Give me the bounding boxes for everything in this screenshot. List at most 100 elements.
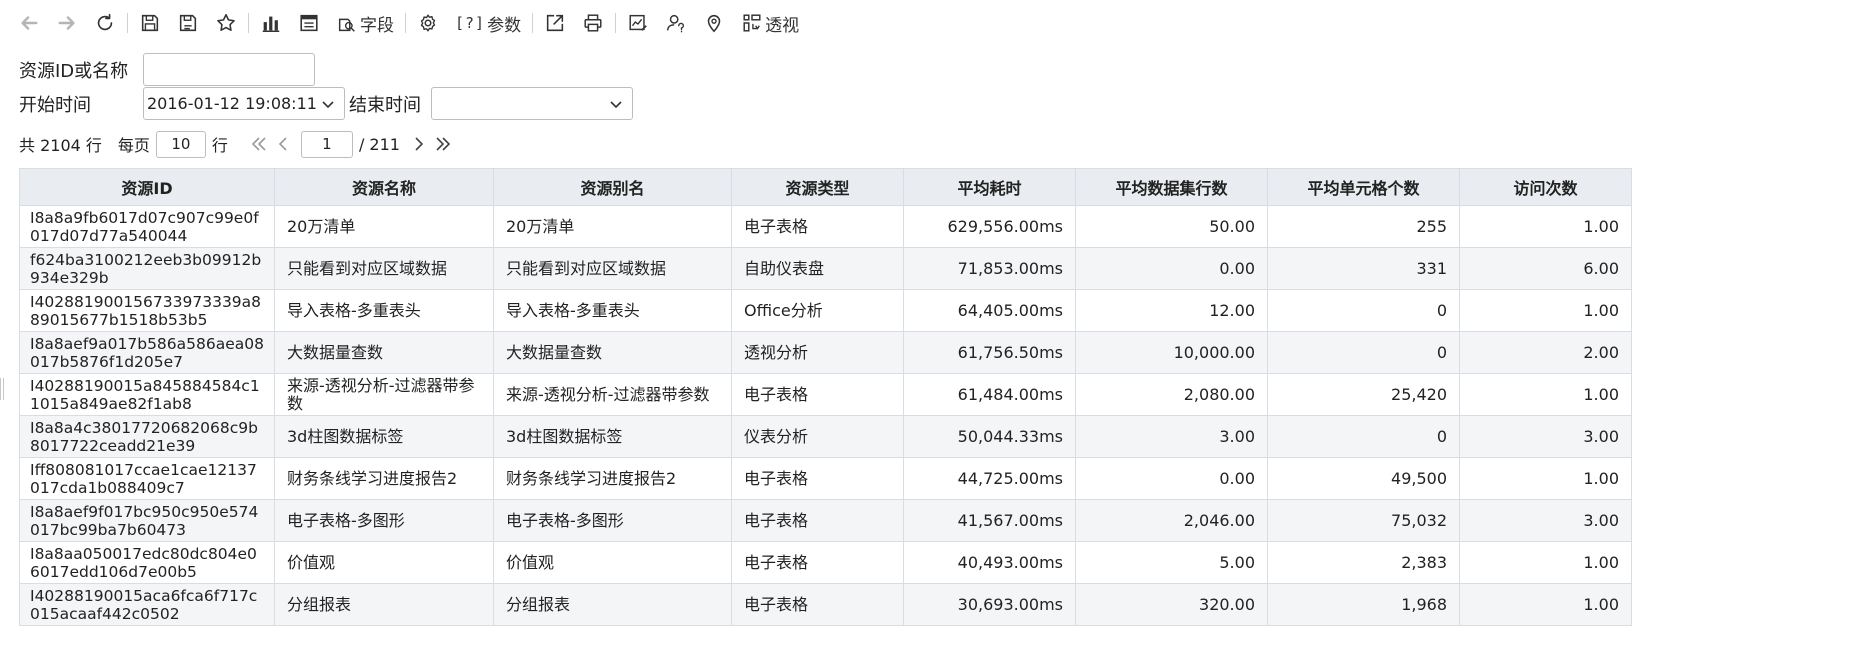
parameters-button[interactable]: [?] 参数 — [447, 8, 529, 38]
resource-id-input[interactable] — [143, 53, 315, 86]
table-body: I8a8a9fb6017d07c907c99e0f017d07d77a54004… — [19, 205, 1632, 626]
first-page-icon[interactable] — [250, 135, 268, 153]
column-header-resource-type[interactable]: 资源类型 — [731, 168, 904, 206]
column-header-avg-cell-count[interactable]: 平均单元格个数 — [1267, 168, 1460, 206]
pivot-button[interactable]: 透视 — [733, 8, 807, 38]
table-cell-avg-time: 629,556.00ms — [903, 205, 1076, 248]
settings-button[interactable] — [409, 8, 447, 38]
column-header-visit-count[interactable]: 访问次数 — [1459, 168, 1632, 206]
table-row[interactable]: I8a8a4c38017720682068c9b8017722ceadd21e3… — [19, 415, 1632, 458]
table-row[interactable]: Iff808081017ccae1cae12137017cda1b088409c… — [19, 457, 1632, 500]
back-button[interactable] — [10, 8, 48, 38]
table-row[interactable]: I402881900156733973339a889015677b1518b53… — [19, 289, 1632, 332]
forward-button[interactable] — [48, 8, 86, 38]
table-row[interactable]: f624ba3100212eeb3b09912b934e329b 只能看到对应区域… — [19, 247, 1632, 290]
table-row[interactable]: I8a8aef9a017b586a586aea08017b5876f1d205e… — [19, 331, 1632, 374]
table-cell-visit-count: 3.00 — [1459, 415, 1632, 458]
table-cell-resource-id: I8a8aef9a017b586a586aea08017b5876f1d205e… — [19, 331, 275, 374]
table-cell-resource-type: 透视分析 — [731, 331, 904, 374]
end-time-select[interactable] — [431, 87, 633, 120]
table-cell-resource-name: 价值观 — [274, 541, 494, 584]
toolbar-separator — [248, 13, 249, 33]
prev-page-icon[interactable] — [274, 135, 292, 153]
table-row[interactable]: I8a8a9fb6017d07c907c99e0f017d07d77a54004… — [19, 205, 1632, 248]
pivot-label: 透视 — [765, 15, 800, 36]
table-cell-resource-alias: 电子表格-多图形 — [493, 499, 732, 542]
save-as-button[interactable] — [169, 8, 207, 38]
table-cell-resource-alias: 3d柱图数据标签 — [493, 415, 732, 458]
settings-gear-icon — [420, 14, 436, 32]
table-cell-resource-type: Office分析 — [731, 289, 904, 332]
page-number-input[interactable]: 1 — [300, 130, 353, 158]
toolbar-separator — [127, 13, 128, 33]
resource-stats-table: 资源ID 资源名称 资源别名 资源类型 平均耗时 平均数据集行数 平均单元格个数 访问次数 I… — [19, 168, 1632, 626]
table-cell-resource-type: 电子表格 — [731, 373, 904, 416]
last-page-icon[interactable] — [434, 135, 452, 153]
resize-handle[interactable] — [0, 378, 4, 400]
save-icon — [141, 14, 159, 32]
table-cell-avg-time: 30,693.00ms — [903, 583, 1076, 626]
table-row[interactable]: I40288190015a845884584c11015a849ae82f1ab… — [19, 373, 1632, 416]
save-button[interactable] — [131, 8, 169, 38]
table-cell-resource-name: 导入表格-多重表头 — [274, 289, 494, 332]
start-time-select[interactable]: 2016-01-12 19:08:11 — [143, 87, 345, 120]
per-page-input[interactable]: 10 — [155, 130, 206, 158]
export-icon — [546, 14, 564, 32]
total-pages-text: / 211 — [358, 134, 400, 154]
table-cell-resource-type: 电子表格 — [731, 205, 904, 248]
pagination-bar: 共 2104 行 每页 10 行 1 / 211 — [19, 130, 455, 158]
table-cell-resource-alias: 20万清单 — [493, 205, 732, 248]
user-query-button[interactable] — [657, 8, 695, 38]
table-cell-avg-dataset-rows: 320.00 — [1075, 583, 1268, 626]
next-page-icon[interactable] — [410, 135, 428, 153]
table-cell-avg-time: 41,567.00ms — [903, 499, 1076, 542]
table-cell-avg-time: 61,484.00ms — [903, 373, 1076, 416]
table-cell-resource-name: 分组报表 — [274, 583, 494, 626]
table-cell-resource-id: I8a8aa050017edc80dc804e06017edd106d7e00b… — [19, 541, 275, 584]
table-cell-avg-cell-count: 331 — [1267, 247, 1460, 290]
table-cell-resource-type: 电子表格 — [731, 457, 904, 500]
location-button[interactable] — [695, 8, 733, 38]
favorite-button[interactable] — [207, 8, 245, 38]
table-cell-resource-type: 仪表分析 — [731, 415, 904, 458]
table-cell-resource-alias: 大数据量查数 — [493, 331, 732, 374]
fields-label: 字段 — [360, 15, 394, 36]
print-button[interactable] — [574, 8, 612, 38]
table-cell-resource-alias: 分组报表 — [493, 583, 732, 626]
table-cell-avg-dataset-rows: 0.00 — [1075, 247, 1268, 290]
user-query-icon — [667, 14, 685, 33]
table-view-button[interactable] — [290, 8, 328, 38]
parameters-label: 参数 — [487, 15, 522, 36]
table-cell-resource-alias: 只能看到对应区域数据 — [493, 247, 732, 290]
table-cell-resource-alias: 财务条线学习进度报告2 — [493, 457, 732, 500]
column-header-resource-id[interactable]: 资源ID — [19, 168, 275, 206]
table-cell-resource-id: Iff808081017ccae1cae12137017cda1b088409c… — [19, 457, 275, 500]
table-cell-avg-dataset-rows: 3.00 — [1075, 415, 1268, 458]
table-cell-avg-dataset-rows: 2,046.00 — [1075, 499, 1268, 542]
table-cell-visit-count: 2.00 — [1459, 331, 1632, 374]
refresh-button[interactable] — [86, 8, 124, 38]
column-header-avg-dataset-rows[interactable]: 平均数据集行数 — [1075, 168, 1268, 206]
column-header-avg-time[interactable]: 平均耗时 — [903, 168, 1076, 206]
start-time-value: 2016-01-12 19:08:11 — [147, 94, 317, 113]
print-icon — [584, 14, 602, 32]
chart-edit-button[interactable] — [619, 8, 657, 38]
table-cell-avg-dataset-rows: 10,000.00 — [1075, 331, 1268, 374]
table-cell-resource-name: 大数据量查数 — [274, 331, 494, 374]
column-header-resource-name[interactable]: 资源名称 — [274, 168, 494, 206]
table-cell-resource-alias: 价值观 — [493, 541, 732, 584]
table-row[interactable]: I40288190015aca6fca6f717c015acaaf442c050… — [19, 583, 1632, 626]
chart-button[interactable] — [252, 8, 290, 38]
table-cell-resource-name: 来源-透视分析-过滤器带参数 — [274, 373, 494, 416]
table-cell-visit-count: 1.00 — [1459, 289, 1632, 332]
export-button[interactable] — [536, 8, 574, 38]
table-cell-avg-dataset-rows: 5.00 — [1075, 541, 1268, 584]
end-time-label: 结束时间 — [349, 94, 421, 116]
fields-icon — [338, 18, 355, 32]
table-row[interactable]: I8a8aef9f017bc950c950e574017bc99ba7b6047… — [19, 499, 1632, 542]
column-header-resource-alias[interactable]: 资源别名 — [493, 168, 732, 206]
fields-button[interactable]: 字段 — [328, 8, 402, 38]
table-row[interactable]: I8a8aa050017edc80dc804e06017edd106d7e00b… — [19, 541, 1632, 584]
table-cell-avg-time: 44,725.00ms — [903, 457, 1076, 500]
table-cell-avg-cell-count: 0 — [1267, 289, 1460, 332]
